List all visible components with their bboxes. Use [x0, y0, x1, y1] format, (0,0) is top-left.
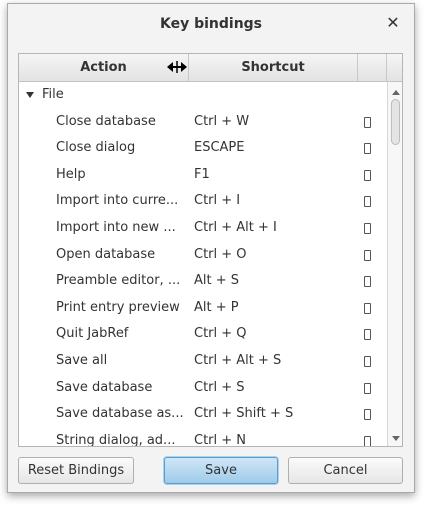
table-body: File Close database Ctrl + W Close dialog E…: [19, 82, 387, 447]
reset-binding-icon[interactable]: [364, 302, 371, 314]
table-row[interactable]: Quit JabRef Ctrl + Q: [19, 321, 387, 348]
table-row[interactable]: Preamble editor, ... Alt + S: [19, 268, 387, 295]
action-cell: Open database: [56, 246, 156, 262]
action-cell: String dialog, ad...: [56, 432, 176, 447]
column-resize-cursor-icon: [167, 61, 187, 73]
column-header-reset[interactable]: [358, 54, 387, 81]
action-cell: Help: [56, 166, 86, 182]
close-icon[interactable]: ✕: [384, 14, 402, 32]
reset-binding-icon[interactable]: [364, 143, 371, 155]
table-row[interactable]: Import into new ... Ctrl + Alt + I: [19, 215, 387, 242]
action-cell: Quit JabRef: [56, 326, 129, 342]
table-row[interactable]: Save database Ctrl + S: [19, 375, 387, 402]
expand-triangle-icon[interactable]: [26, 92, 34, 98]
dialog-title: Key bindings: [159, 16, 263, 32]
shortcut-cell[interactable]: Ctrl + O: [194, 242, 349, 269]
action-cell: Close database: [56, 113, 156, 129]
reset-binding-icon[interactable]: [364, 223, 371, 234]
column-header-corner: [387, 54, 402, 81]
title-bar[interactable]: Key bindings ✕: [8, 4, 414, 44]
scroll-up-arrow-icon[interactable]: [392, 90, 400, 95]
table-row[interactable]: Close database Ctrl + W: [19, 109, 387, 136]
shortcut-cell[interactable]: Ctrl + N: [194, 428, 349, 446]
reset-binding-icon[interactable]: [364, 435, 371, 446]
action-cell: Import into new ...: [56, 220, 176, 235]
table-header: Action Shortcut: [19, 54, 402, 82]
reset-binding-icon[interactable]: [364, 356, 371, 367]
shortcut-cell[interactable]: Ctrl + Alt + I: [194, 215, 349, 242]
shortcut-cell[interactable]: Alt + S: [194, 268, 349, 295]
shortcut-cell[interactable]: Ctrl + Shift + S: [194, 401, 349, 428]
reset-bindings-button[interactable]: Reset Bindings: [18, 457, 134, 484]
table-row[interactable]: String dialog, ad... Ctrl + N: [19, 428, 387, 447]
shortcut-cell[interactable]: F1: [194, 162, 349, 189]
action-cell: Preamble editor, ...: [56, 273, 181, 289]
action-cell: Save database as...: [56, 406, 184, 422]
table-row[interactable]: Help F1: [19, 162, 387, 189]
scroll-down-arrow-icon[interactable]: [392, 436, 400, 441]
table-row[interactable]: Open database Ctrl + O: [19, 242, 387, 269]
table-row[interactable]: Print entry preview Alt + P: [19, 295, 387, 322]
reset-binding-icon[interactable]: [364, 116, 371, 128]
vertical-scrollbar[interactable]: [387, 82, 402, 446]
group-label: File: [42, 87, 64, 102]
group-row-file[interactable]: File: [19, 82, 387, 109]
action-cell: Import into curre...: [56, 193, 179, 209]
action-cell: Print entry preview: [56, 299, 180, 315]
reset-binding-icon[interactable]: [364, 249, 371, 261]
column-header-action[interactable]: Action: [19, 54, 189, 81]
reset-binding-icon[interactable]: [364, 276, 371, 288]
key-bindings-dialog: Key bindings ✕ Action Shortcut File Clos…: [7, 3, 415, 493]
shortcut-cell[interactable]: Ctrl + S: [194, 375, 349, 402]
shortcut-cell[interactable]: Ctrl + Q: [194, 321, 349, 348]
action-cell: Save database: [56, 379, 153, 395]
table-row[interactable]: Save database as... Ctrl + Shift + S: [19, 401, 387, 428]
key-bindings-table: Action Shortcut File Close database Ctrl …: [18, 53, 403, 447]
table-row[interactable]: Close dialog ESCAPE: [19, 135, 387, 162]
shortcut-cell[interactable]: Alt + P: [194, 295, 349, 322]
reset-binding-icon[interactable]: [364, 169, 371, 181]
cancel-button[interactable]: Cancel: [288, 457, 403, 484]
shortcut-cell[interactable]: Ctrl + I: [194, 188, 349, 215]
table-row[interactable]: Save all Ctrl + Alt + S: [19, 348, 387, 375]
reset-binding-icon[interactable]: [364, 196, 371, 208]
shortcut-cell[interactable]: Ctrl + Alt + S: [194, 348, 349, 375]
shortcut-cell[interactable]: ESCAPE: [194, 135, 349, 162]
action-cell: Save all: [56, 353, 108, 368]
reset-binding-icon[interactable]: [364, 382, 371, 394]
table-row[interactable]: Import into curre... Ctrl + I: [19, 188, 387, 215]
save-button[interactable]: Save: [164, 457, 278, 484]
column-header-shortcut[interactable]: Shortcut: [189, 54, 358, 81]
scrollbar-thumb[interactable]: [391, 99, 400, 145]
action-cell: Close dialog: [56, 140, 136, 156]
reset-binding-icon[interactable]: [364, 409, 371, 421]
reset-binding-icon[interactable]: [364, 329, 371, 341]
shortcut-cell[interactable]: Ctrl + W: [194, 109, 349, 136]
